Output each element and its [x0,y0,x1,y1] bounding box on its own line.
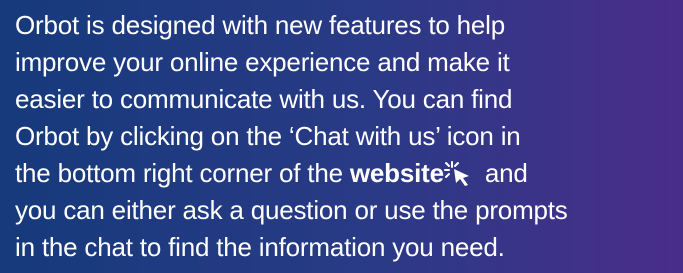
text-line-6: you can either ask a question or use the… [15,195,568,225]
text-line-5-suffix: and [477,158,528,188]
orbot-description: Orbot is designed with new features to h… [15,7,675,266]
text-line-3: easier to communicate with us. You can f… [15,84,513,114]
text-line-5-prefix: the bottom right corner of the [15,158,350,188]
text-line-5: the bottom right corner of the website a… [15,155,675,192]
text-line-2: improve your online experience and make … [15,47,510,77]
text-line-7: in the chat to find the information you … [15,232,505,262]
website-link[interactable]: website [350,158,444,188]
cursor-click-icon [443,159,478,187]
info-panel: Orbot is designed with new features to h… [0,0,683,273]
text-line-1: Orbot is designed with new features to h… [15,10,506,40]
text-line-4: Orbot by clicking on the ‘Chat with us’ … [15,121,521,151]
